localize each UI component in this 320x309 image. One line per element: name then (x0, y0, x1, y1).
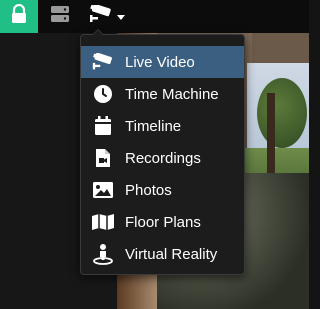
server-button[interactable] (42, 0, 78, 33)
lock-icon (10, 3, 28, 29)
menu-item-label: Virtual Reality (125, 245, 218, 263)
menu-pointer (92, 29, 104, 35)
menu-item-floor-plans[interactable]: Floor Plans (81, 206, 244, 238)
menu-item-label: Floor Plans (125, 213, 201, 231)
menu-item-label: Timeline (125, 117, 182, 135)
vr-person-icon (81, 243, 125, 265)
menu-item-live-video[interactable]: Live Video (81, 46, 244, 78)
menu-item-time-machine[interactable]: Time Machine (81, 78, 244, 110)
menu-item-timeline[interactable]: Timeline (81, 110, 244, 142)
lock-button[interactable] (0, 0, 38, 33)
security-camera-icon (81, 53, 125, 71)
navigation-dropdown-menu: Live Video Time Machine Timeline Recordi… (80, 29, 245, 275)
chevron-down-icon (116, 15, 125, 20)
video-tree (257, 78, 307, 148)
menu-item-recordings[interactable]: Recordings (81, 142, 244, 174)
server-icon (50, 5, 70, 28)
map-icon (81, 213, 125, 231)
video-file-icon (81, 148, 125, 168)
camera-menu-button[interactable] (82, 0, 130, 33)
menu-item-label: Time Machine (125, 85, 219, 103)
menu-item-label: Live Video (125, 53, 195, 71)
menu-item-virtual-reality[interactable]: Virtual Reality (81, 238, 244, 270)
calendar-icon (81, 116, 125, 136)
security-camera-icon (88, 3, 114, 28)
clock-icon (81, 84, 125, 104)
menu-item-label: Recordings (125, 149, 201, 167)
menu-item-photos[interactable]: Photos (81, 174, 244, 206)
image-icon (81, 181, 125, 199)
top-toolbar (0, 0, 309, 33)
menu-item-label: Photos (125, 181, 172, 199)
